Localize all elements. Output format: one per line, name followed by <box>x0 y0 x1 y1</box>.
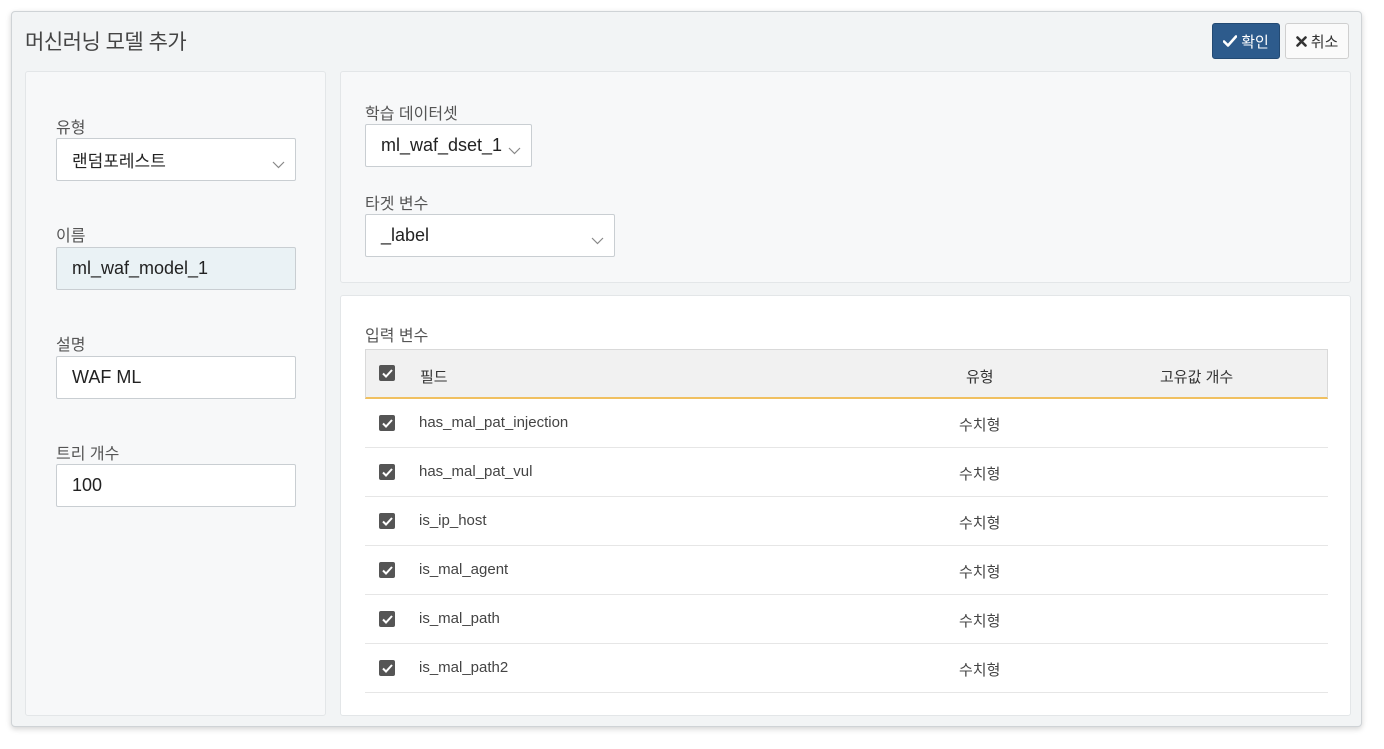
dataset-label: 학습 데이터셋 <box>365 106 458 123</box>
row-checkbox[interactable] <box>379 513 395 529</box>
field-name: is_ip_host <box>419 512 487 529</box>
tree-count-field-value: 100 <box>72 475 103 495</box>
chevron-down-icon <box>591 229 604 250</box>
model-settings-panel: 유형 랜덤포레스트 이름 ml_waf_model_1 설명 WAF ML 트리… <box>25 71 326 716</box>
check-icon <box>1223 35 1238 47</box>
description-field-value: WAF ML <box>72 367 142 387</box>
field-type: 수치형 <box>959 564 1001 581</box>
description-field[interactable]: WAF ML <box>56 356 296 399</box>
field-name: is_mal_path <box>419 610 500 627</box>
table-row: has_mal_pat_vul 수치형 <box>365 448 1328 497</box>
column-field[interactable]: 필드 <box>420 366 448 387</box>
row-checkbox[interactable] <box>379 415 395 431</box>
dataset-select[interactable]: ml_waf_dset_1 <box>365 124 532 167</box>
target-label: 타겟 변수 <box>365 196 429 213</box>
row-checkbox[interactable] <box>379 660 395 676</box>
row-checkbox[interactable] <box>379 562 395 578</box>
table-row: has_mal_pat_injection 수치형 <box>365 399 1328 448</box>
field-type: 수치형 <box>959 515 1001 532</box>
field-name: is_mal_path2 <box>419 659 509 676</box>
dataset-select-value: ml_waf_dset_1 <box>381 135 503 155</box>
chevron-down-icon <box>272 153 285 174</box>
field-name: has_mal_pat_vul <box>419 463 533 480</box>
name-label: 이름 <box>56 228 86 245</box>
dialog-title: 머신러닝 모델 추가 <box>25 31 187 54</box>
input-variables-title: 입력 변수 <box>365 328 429 345</box>
type-select-value: 랜덤포레스트 <box>72 152 166 171</box>
description-label: 설명 <box>56 337 86 354</box>
cancel-button[interactable]: 취소 <box>1285 23 1349 59</box>
table-row: is_ip_host 수치형 <box>365 497 1328 546</box>
row-checkbox[interactable] <box>379 611 395 627</box>
type-label: 유형 <box>56 120 86 137</box>
column-type[interactable]: 유형 <box>966 366 994 387</box>
field-name: is_mal_agent <box>419 561 509 578</box>
name-field-value: ml_waf_model_1 <box>72 258 209 278</box>
field-type: 수치형 <box>959 466 1001 483</box>
dataset-panel: 학습 데이터셋 ml_waf_dset_1 타겟 변수 _label <box>340 71 1351 283</box>
field-type: 수치형 <box>959 662 1001 679</box>
confirm-label: 확인 <box>1241 33 1269 51</box>
add-ml-model-dialog: 머신러닝 모델 추가 확인 취소 유형 랜덤포레스트 이름 ml_waf_mod… <box>11 11 1362 727</box>
row-checkbox[interactable] <box>379 464 395 480</box>
field-name: has_mal_pat_injection <box>419 414 569 431</box>
cancel-label: 취소 <box>1310 33 1339 51</box>
name-field[interactable]: ml_waf_model_1 <box>56 247 296 290</box>
table-header: 필드 유형 고유값 개수 <box>365 349 1328 399</box>
chevron-down-icon <box>508 139 521 160</box>
close-icon <box>1295 35 1307 47</box>
select-all-checkbox[interactable] <box>379 365 395 381</box>
table-row: is_mal_agent 수치형 <box>365 546 1328 595</box>
field-type: 수치형 <box>959 613 1001 630</box>
target-select[interactable]: _label <box>365 214 615 257</box>
field-type: 수치형 <box>959 417 1001 434</box>
table-row: is_mal_path 수치형 <box>365 595 1328 644</box>
column-unique-count[interactable]: 고유값 개수 <box>1160 366 1233 387</box>
type-select[interactable]: 랜덤포레스트 <box>56 138 296 181</box>
tree-count-field[interactable]: 100 <box>56 464 296 507</box>
tree-count-label: 트리 개수 <box>56 446 120 463</box>
input-variables-panel: 입력 변수 필드 유형 고유값 개수 has_mal_pat_injection… <box>340 295 1351 716</box>
table-row: is_mal_path2 수치형 <box>365 644 1328 693</box>
target-select-value: _label <box>381 225 430 245</box>
confirm-button[interactable]: 확인 <box>1212 23 1280 59</box>
